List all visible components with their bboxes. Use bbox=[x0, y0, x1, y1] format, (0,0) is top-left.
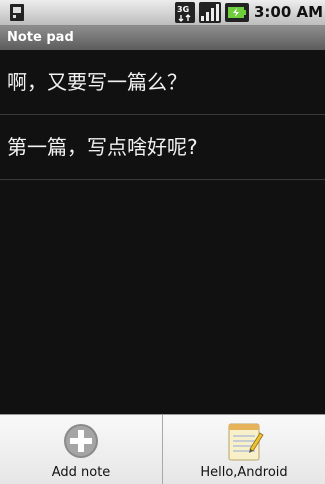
note-title: 啊，又要写一篇么？ bbox=[7, 70, 187, 94]
hello-android-label: Hello,Android bbox=[200, 465, 288, 480]
notepad-icon bbox=[228, 423, 264, 461]
add-note-label: Add note bbox=[51, 465, 111, 480]
signal-strength-icon bbox=[199, 2, 221, 23]
add-icon bbox=[64, 424, 98, 458]
hello-android-button[interactable]: Hello,Android bbox=[163, 415, 325, 484]
add-note-button[interactable]: Add note bbox=[0, 415, 163, 484]
options-menu: Add note Hello,Android bbox=[0, 414, 325, 484]
notes-list: 啊，又要写一篇么？ 第一篇，写点啥好呢? bbox=[0, 50, 325, 180]
list-item[interactable]: 啊，又要写一篇么？ bbox=[0, 50, 325, 115]
title-bar: Note pad bbox=[0, 26, 325, 50]
battery-charging-icon bbox=[225, 3, 249, 22]
sim-card-icon bbox=[10, 4, 24, 21]
list-item[interactable]: 第一篇，写点啥好呢? bbox=[0, 115, 325, 180]
status-bar: 3G 3:00 AM bbox=[0, 0, 325, 26]
3g-network-icon: 3G bbox=[175, 2, 195, 23]
app-title: Note pad bbox=[7, 30, 74, 45]
note-title: 第一篇，写点啥好呢? bbox=[7, 135, 198, 159]
clock: 3:00 AM bbox=[254, 3, 324, 21]
svg-text:3G: 3G bbox=[177, 5, 189, 14]
